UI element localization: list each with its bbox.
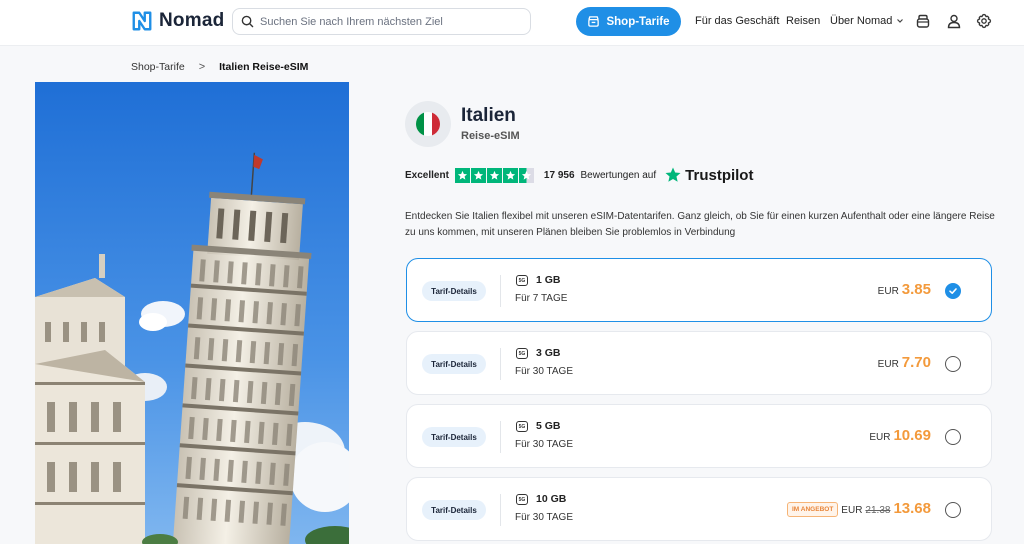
page-title: Italien (461, 105, 516, 126)
plan-divider (500, 421, 501, 453)
price-amount: 13.68 (893, 500, 931, 517)
plan-radio[interactable] (945, 356, 961, 372)
breadcrumb-current: Italien Reise-eSIM (219, 61, 309, 73)
star-icon (486, 167, 502, 183)
plan-price: EUR 3.85 (878, 281, 931, 298)
plan-radio[interactable] (945, 429, 961, 445)
5g-badge-icon: 5G (516, 421, 528, 432)
italy-flag-icon (416, 112, 440, 136)
nav-about-label: Über Nomad (830, 15, 893, 27)
gear-icon[interactable] (976, 13, 992, 29)
trustpilot-logo[interactable]: Trustpilot (664, 166, 753, 184)
plan-card-10gb[interactable]: Tarif-Details 5G 10 GB Für 30 TAGE IM AN… (406, 477, 992, 541)
plan-details-button[interactable]: Tarif-Details (422, 427, 486, 447)
trustpilot-label: Trustpilot (685, 166, 754, 184)
plan-details-button[interactable]: Tarif-Details (422, 354, 486, 374)
plan-card-5gb[interactable]: Tarif-Details 5G 5 GB Für 30 TAGE EUR 10… (406, 404, 992, 468)
hero-image-pisa-tower (35, 82, 349, 544)
plan-radio[interactable] (945, 502, 961, 518)
plan-price: EUR 21.38 13.68 (841, 500, 931, 517)
trustpilot-rating[interactable]: Excellent 17 956 Bewertungen auf Trustpi… (405, 166, 753, 184)
plan-card-3gb[interactable]: Tarif-Details 5G 3 GB Für 30 TAGE EUR 7.… (406, 331, 992, 395)
reviews-count: 17 956 (543, 169, 575, 181)
breadcrumb-shop-link[interactable]: Shop-Tarife (131, 61, 185, 73)
pisa-illustration (35, 82, 349, 544)
bag-icon[interactable] (915, 13, 931, 29)
plan-divider (500, 275, 501, 307)
search-icon (241, 15, 254, 28)
star-icon (454, 167, 470, 183)
nomad-logo[interactable]: Nomad (131, 10, 224, 32)
plan-divider (500, 494, 501, 526)
plan-divider (500, 348, 501, 380)
top-header: Nomad Shop-Tarife Für das Geschäft Reise… (0, 0, 1024, 46)
plan-radio-selected[interactable] (945, 283, 961, 299)
5g-badge-icon: 5G (516, 348, 528, 359)
trustpilot-star-icon (665, 167, 681, 182)
plan-duration: Für 30 TAGE (515, 439, 573, 450)
nav-business[interactable]: Für das Geschäft (695, 15, 779, 27)
logo-text: Nomad (159, 10, 225, 31)
price-currency: EUR (841, 505, 863, 516)
plan-price: EUR 7.70 (878, 354, 931, 371)
rating-stars (454, 167, 534, 183)
breadcrumb-separator: > (198, 61, 206, 73)
plan-duration: Für 30 TAGE (515, 512, 573, 523)
checkmark-icon (949, 288, 957, 294)
price-currency: EUR (869, 432, 891, 443)
search-bar[interactable] (232, 8, 531, 35)
price-currency: EUR (877, 286, 899, 297)
offer-badge: IM ANGEBOT (787, 502, 839, 517)
nav-about[interactable]: Über Nomad (830, 15, 904, 27)
shop-icon (588, 16, 600, 27)
plan-data-amount: 10 GB (536, 493, 567, 505)
plan-price: EUR 10.69 (869, 427, 931, 444)
chevron-down-icon (897, 19, 904, 23)
5g-badge-icon: 5G (516, 494, 528, 505)
shop-plans-button[interactable]: Shop-Tarife (576, 7, 681, 36)
shop-plans-label: Shop-Tarife (606, 15, 670, 28)
plan-details-button[interactable]: Tarif-Details (422, 500, 486, 520)
star-icon (502, 167, 518, 183)
price-amount: 10.69 (893, 427, 931, 444)
price-amount: 7.70 (901, 354, 931, 371)
rating-word: Excellent (405, 169, 449, 181)
plan-duration: Für 7 TAGE (515, 293, 568, 304)
plan-data-amount: 5 GB (536, 420, 561, 432)
plan-data-amount: 1 GB (536, 274, 561, 286)
half-star-icon (518, 167, 534, 183)
user-icon[interactable] (946, 13, 962, 29)
plan-card-1gb[interactable]: Tarif-Details 5G 1 GB Für 7 TAGE EUR 3.8… (406, 258, 992, 322)
country-flag-badge (405, 101, 451, 147)
5g-badge-icon: 5G (516, 275, 528, 286)
star-icon (470, 167, 486, 183)
price-amount: 3.85 (901, 281, 931, 298)
reviews-label: Bewertungen auf (580, 169, 657, 181)
nomad-logo-icon (132, 11, 152, 31)
plan-data-amount: 3 GB (536, 347, 561, 359)
page-subtitle: Reise-eSIM (461, 130, 520, 142)
plan-duration: Für 30 TAGE (515, 366, 573, 377)
nav-travel[interactable]: Reisen (786, 15, 820, 27)
plan-details-button[interactable]: Tarif-Details (422, 281, 486, 301)
breadcrumb: Shop-Tarife > Italien Reise-eSIM (131, 61, 308, 73)
price-currency: EUR (877, 359, 899, 370)
old-price: 21.38 (865, 505, 891, 516)
product-description: Entdecken Sie Italien flexibel mit unser… (405, 211, 995, 238)
search-input[interactable] (260, 15, 510, 28)
